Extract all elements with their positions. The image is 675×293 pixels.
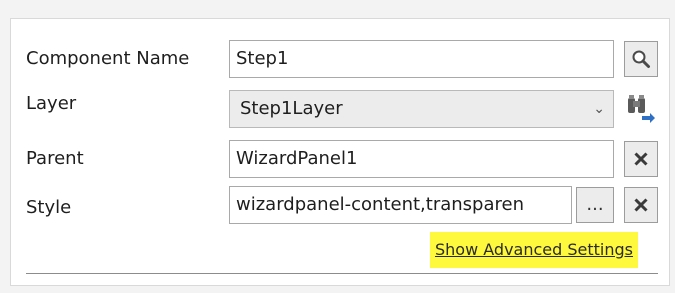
layer-navigate-button[interactable] bbox=[624, 91, 658, 127]
component-name-label: Component Name bbox=[26, 48, 190, 69]
binoculars-arrow-icon bbox=[628, 95, 655, 123]
parent-label: Parent bbox=[26, 148, 84, 169]
close-icon bbox=[634, 198, 648, 212]
properties-panel: Component Name Step1 Layer Step1Layer ⌄ … bbox=[10, 18, 670, 286]
layer-selected-value: Step1Layer bbox=[240, 98, 343, 119]
style-label: Style bbox=[26, 197, 72, 218]
style-input[interactable]: wizardpanel-content,transparen bbox=[229, 186, 572, 224]
component-name-input[interactable]: Step1 bbox=[229, 40, 614, 78]
component-lookup-button[interactable] bbox=[624, 41, 658, 77]
style-browse-button[interactable]: ... bbox=[576, 187, 614, 223]
clear-parent-button[interactable] bbox=[624, 141, 658, 177]
chevron-down-icon: ⌄ bbox=[593, 101, 605, 117]
parent-input[interactable]: WizardPanel1 bbox=[229, 140, 614, 178]
divider bbox=[26, 273, 658, 274]
close-icon bbox=[634, 152, 648, 166]
layer-label: Layer bbox=[26, 93, 77, 114]
layer-dropdown[interactable]: Step1Layer ⌄ bbox=[229, 90, 614, 128]
search-icon bbox=[632, 50, 650, 68]
clear-style-button[interactable] bbox=[624, 187, 658, 223]
show-advanced-settings-link[interactable]: Show Advanced Settings bbox=[430, 232, 638, 268]
